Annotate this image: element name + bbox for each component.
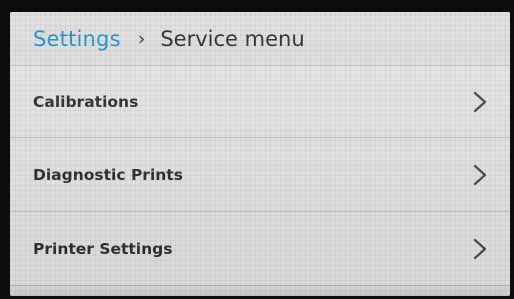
chevron-right-icon	[473, 238, 487, 259]
menu-item-printer-settings[interactable]: Printer Settings	[10, 212, 510, 286]
menu-item-calibrations[interactable]: Calibrations	[10, 66, 510, 138]
header-bar: Settings › Service menu	[10, 12, 510, 66]
chevron-right-icon	[473, 164, 487, 185]
page-title: Service menu	[160, 26, 305, 51]
device-bezel: Settings › Service menu Calibrations Dia…	[0, 0, 514, 299]
menu-item-diagnostic-prints[interactable]: Diagnostic Prints	[10, 138, 510, 212]
menu-item-label: Calibrations	[33, 92, 139, 111]
menu-item-label: Diagnostic Prints	[33, 165, 183, 184]
menu-item-label: Printer Settings	[33, 239, 173, 258]
breadcrumb-settings-link[interactable]: Settings	[33, 27, 121, 51]
scroll-shadow	[10, 282, 510, 296]
touch-screen: Settings › Service menu Calibrations Dia…	[10, 12, 510, 296]
chevron-right-icon	[473, 91, 487, 112]
breadcrumb-separator: ›	[137, 27, 146, 50]
